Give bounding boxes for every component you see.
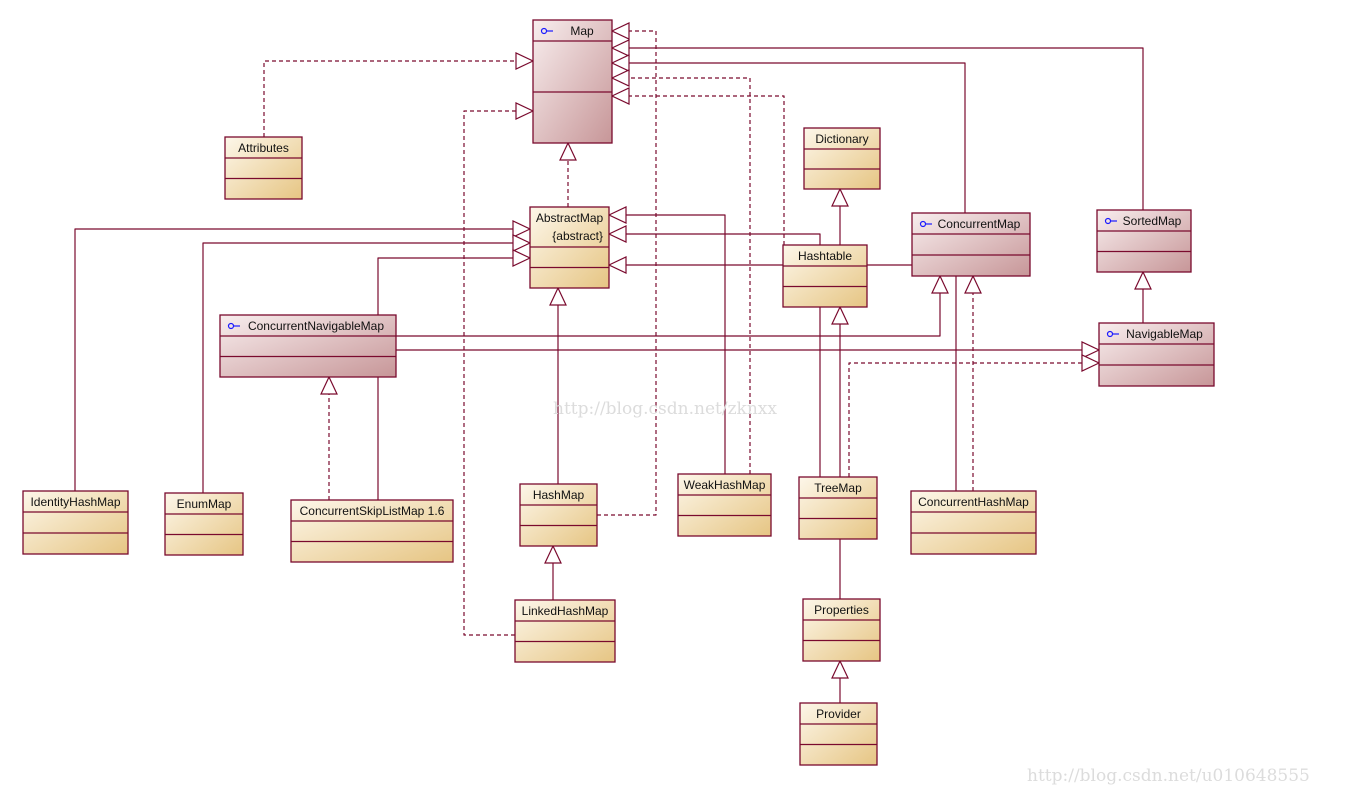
hollow-triangle-arrowhead bbox=[610, 54, 630, 72]
box-title: AbstractMap bbox=[536, 211, 604, 225]
hollow-triangle-arrowhead bbox=[831, 659, 849, 679]
generalization-edge bbox=[607, 206, 726, 474]
hollow-triangle-arrowhead bbox=[512, 249, 532, 267]
box-title: ConcurrentMap bbox=[938, 217, 1021, 231]
box-title: HashMap bbox=[533, 488, 585, 502]
class-box[interactable]: Dictionary bbox=[803, 127, 881, 190]
edge-line bbox=[463, 110, 516, 636]
box-title: EnumMap bbox=[177, 497, 232, 511]
interface-box[interactable]: NavigableMap bbox=[1098, 322, 1215, 387]
hollow-triangle-arrowhead bbox=[515, 52, 535, 70]
box-title: Properties bbox=[814, 603, 869, 617]
realization-edge bbox=[463, 102, 535, 636]
generalization-edge bbox=[831, 305, 849, 599]
class-box[interactable]: LinkedHashMap bbox=[514, 599, 616, 663]
generalization-edge bbox=[549, 286, 567, 484]
hollow-triangle-arrowhead bbox=[607, 206, 627, 224]
hollow-triangle-arrowhead bbox=[512, 234, 532, 252]
realization-edge bbox=[559, 141, 577, 207]
realization-edge bbox=[848, 354, 1101, 477]
hollow-triangle-arrowhead bbox=[607, 256, 627, 274]
hollow-triangle-arrowhead bbox=[610, 87, 630, 105]
box-title: WeakHashMap bbox=[684, 478, 766, 492]
box-title: IdentityHashMap bbox=[30, 495, 120, 509]
realization-edge bbox=[610, 87, 785, 245]
realization-edge bbox=[964, 274, 982, 491]
class-box[interactable]: WeakHashMap bbox=[677, 473, 772, 537]
class-box[interactable]: IdentityHashMap bbox=[22, 490, 129, 555]
box-title: Dictionary bbox=[815, 132, 868, 146]
hollow-triangle-arrowhead bbox=[831, 305, 849, 325]
class-box[interactable]: ConcurrentHashMap bbox=[910, 490, 1037, 555]
box-title: ConcurrentNavigableMap bbox=[248, 319, 384, 333]
edge-line bbox=[626, 214, 726, 474]
class-box[interactable]: Attributes bbox=[224, 136, 303, 200]
boxes-layer: Map Attributes AbstractMap {abstract} Dictio… bbox=[22, 19, 1215, 766]
generalization-edge bbox=[831, 659, 849, 703]
class-box[interactable]: AbstractMap {abstract} bbox=[529, 206, 610, 289]
generalization-edge bbox=[1134, 270, 1152, 323]
edge-line bbox=[629, 62, 966, 213]
generalization-edge bbox=[544, 544, 562, 600]
class-box[interactable]: Provider bbox=[799, 702, 878, 766]
class-box[interactable]: Hashtable bbox=[782, 244, 868, 308]
edge-line bbox=[629, 47, 1144, 210]
box-title: Hashtable bbox=[798, 249, 852, 263]
class-box[interactable]: Properties bbox=[802, 598, 881, 662]
hollow-triangle-arrowhead bbox=[1081, 354, 1101, 372]
realization-edge bbox=[263, 52, 535, 137]
box-title: Provider bbox=[816, 707, 861, 721]
class-box[interactable]: HashMap bbox=[519, 483, 598, 547]
class-box[interactable]: TreeMap bbox=[798, 476, 878, 540]
hollow-triangle-arrowhead bbox=[559, 141, 577, 161]
hollow-triangle-arrowhead bbox=[607, 225, 627, 243]
box-title: TreeMap bbox=[814, 481, 862, 495]
class-box[interactable]: EnumMap bbox=[164, 492, 244, 556]
hollow-triangle-arrowhead bbox=[1134, 270, 1152, 290]
box-title: ConcurrentSkipListMap 1.6 bbox=[300, 504, 445, 518]
box-title: Map bbox=[570, 24, 594, 38]
box-title: ConcurrentHashMap bbox=[918, 495, 1029, 509]
generalization-edge bbox=[377, 249, 532, 500]
box-title: Attributes bbox=[238, 141, 289, 155]
hollow-triangle-arrowhead bbox=[512, 220, 532, 238]
hollow-triangle-arrowhead bbox=[610, 39, 630, 57]
hollow-triangle-arrowhead bbox=[931, 274, 949, 294]
watermark-bottom-right: http://blog.csdn.net/u010648555 bbox=[1027, 766, 1310, 786]
interface-box[interactable]: ConcurrentNavigableMap bbox=[219, 314, 397, 378]
class-box[interactable]: ConcurrentSkipListMap 1.6 bbox=[290, 499, 454, 563]
interface-box[interactable]: SortedMap bbox=[1096, 209, 1192, 273]
hollow-triangle-arrowhead bbox=[515, 102, 535, 120]
box-title: SortedMap bbox=[1123, 214, 1182, 228]
hollow-triangle-arrowhead bbox=[831, 187, 849, 207]
hollow-triangle-arrowhead bbox=[610, 22, 630, 40]
generalization-edge bbox=[396, 341, 1101, 359]
edge-line bbox=[263, 60, 516, 137]
watermark-center: http://blog.csdn.net/zknxx bbox=[553, 399, 777, 419]
hollow-triangle-arrowhead bbox=[610, 69, 630, 87]
edge-line bbox=[377, 257, 513, 500]
hollow-triangle-arrowhead bbox=[549, 286, 567, 306]
edge-line bbox=[629, 95, 785, 245]
realization-edge bbox=[320, 375, 338, 500]
hollow-triangle-arrowhead bbox=[544, 544, 562, 564]
box-title: NavigableMap bbox=[1126, 327, 1203, 341]
generalization-edge bbox=[831, 187, 849, 245]
box-title: LinkedHashMap bbox=[522, 604, 609, 618]
interface-box[interactable]: ConcurrentMap bbox=[911, 212, 1031, 277]
generalization-edge bbox=[610, 54, 966, 213]
hollow-triangle-arrowhead bbox=[964, 274, 982, 294]
box-stereotype: {abstract} bbox=[552, 229, 603, 243]
hollow-triangle-arrowhead bbox=[320, 375, 338, 395]
interface-box[interactable]: Map bbox=[532, 19, 613, 144]
edge-line bbox=[848, 362, 1082, 477]
